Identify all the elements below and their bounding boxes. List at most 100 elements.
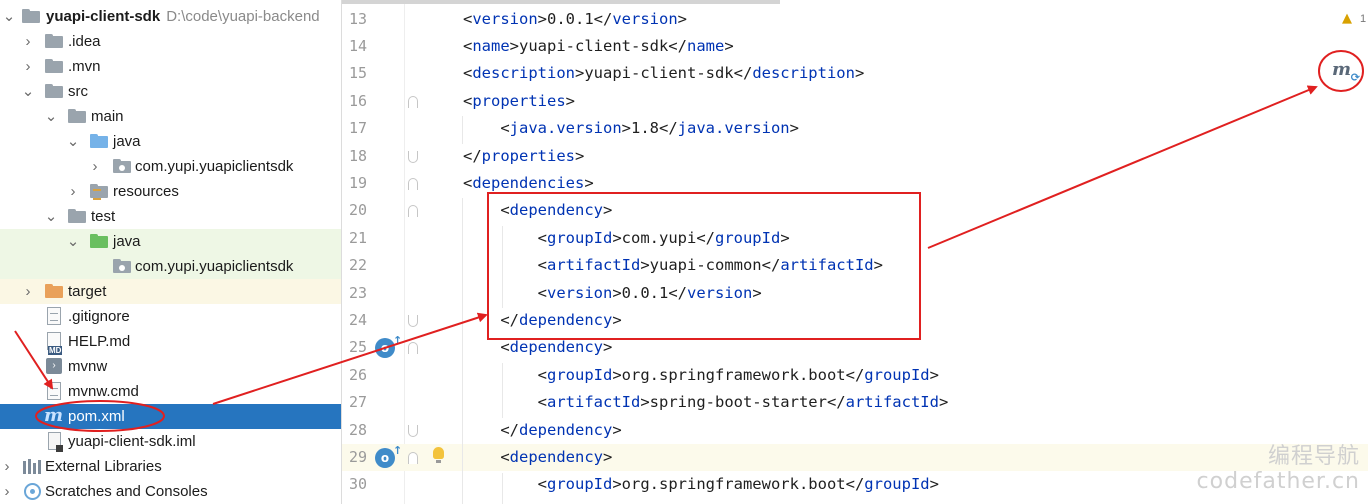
xml-tag-name: artifactId — [845, 393, 939, 412]
source-folder-icon — [90, 134, 108, 148]
xml-tag-name: dependency — [509, 338, 603, 357]
maven-dependency-gutter-icon[interactable]: o — [375, 441, 402, 468]
fold-marker-icon[interactable] — [408, 342, 418, 355]
code-token: </ — [463, 420, 519, 439]
tree-item-main-package[interactable]: › com.yupi.yuapiclientsdk — [0, 154, 341, 179]
fold-marker-icon[interactable] — [408, 177, 418, 190]
code-text: <dependency> — [463, 444, 612, 471]
tree-item-label: .mvn — [68, 58, 101, 75]
chevron-down-icon[interactable]: ⌄ — [66, 229, 80, 254]
code-line[interactable]: 26 <groupId>org.springframework.boot</gr… — [342, 362, 1368, 389]
code-line[interactable]: 21 <groupId>com.yupi</groupId> — [342, 225, 1368, 252]
tree-item-help-md[interactable]: MD HELP.md — [0, 329, 341, 355]
fold-marker-icon[interactable] — [408, 205, 418, 218]
line-number: 24 — [348, 310, 367, 329]
tree-item-external-libraries[interactable]: › External Libraries — [0, 454, 341, 479]
root-label: yuapi-client-sdk — [46, 8, 161, 25]
tree-item-main[interactable]: ⌄ main — [0, 104, 341, 129]
tree-item-mvnw[interactable]: › mvnw — [0, 354, 341, 379]
code-text: <artifactId>yuapi-common</artifactId> — [463, 252, 883, 279]
code-token: > — [603, 201, 613, 220]
code-text: <dependency> — [463, 334, 612, 361]
code-line[interactable]: 28 </dependency> — [342, 417, 1368, 444]
code-line[interactable]: 29 <dependency> — [342, 443, 1368, 472]
tree-item-scratches[interactable]: › Scratches and Consoles — [0, 479, 341, 504]
line-number: 16 — [348, 91, 367, 110]
chevron-down-icon[interactable]: ⌄ — [2, 4, 16, 29]
chevron-down-icon[interactable]: ⌄ — [66, 129, 80, 154]
code-line[interactable]: 23 <version>0.0.1</version> — [342, 280, 1368, 307]
maven-dependency-gutter-icon[interactable]: o — [375, 331, 402, 358]
warning-count[interactable]: 1 — [1360, 13, 1366, 25]
tree-item-main-java[interactable]: ⌄ java — [0, 129, 341, 154]
tree-item-target[interactable]: › target — [0, 279, 341, 304]
code-token: < — [463, 256, 547, 275]
code-line[interactable]: 14 <name>yuapi-client-sdk</name> — [342, 33, 1368, 60]
chevron-down-icon[interactable]: ⌄ — [44, 104, 58, 129]
tree-root[interactable]: ⌄ yuapi-client-sdk D:\code\yuapi-backend — [0, 4, 341, 29]
excluded-folder-icon — [45, 284, 63, 298]
xml-tag-name: dependency — [519, 310, 613, 329]
chevron-right-icon[interactable]: › — [66, 179, 80, 204]
code-line[interactable]: 15 <description>yuapi-client-sdk</descrip… — [342, 60, 1368, 87]
tree-item-test[interactable]: ⌄ test — [0, 204, 341, 229]
code-token: </ — [463, 310, 519, 329]
code-text: <groupId>org.springframework.boot</group… — [463, 362, 939, 389]
horizontal-scrollbar[interactable] — [342, 0, 780, 4]
xml-tag-name: dependency — [509, 447, 603, 466]
tree-item-test-java[interactable]: ⌄ java — [0, 229, 341, 254]
code-line[interactable]: 25 <dependency> — [342, 334, 1368, 361]
warning-icon[interactable]: ▲ — [1342, 11, 1352, 26]
fold-marker-icon[interactable] — [408, 314, 418, 327]
tree-item-resources[interactable]: › resources — [0, 179, 341, 204]
code-line[interactable]: 19 <dependencies> — [342, 170, 1368, 197]
chevron-right-icon[interactable]: › — [21, 54, 35, 79]
tree-item-label: External Libraries — [45, 458, 162, 475]
code-text: <properties> — [463, 88, 575, 115]
code-token: > — [612, 420, 622, 439]
code-token: > — [677, 9, 687, 28]
chevron-right-icon[interactable]: › — [0, 479, 14, 504]
chevron-right-icon[interactable]: › — [21, 279, 35, 304]
code-line[interactable]: 24 </dependency> — [342, 307, 1368, 334]
code-text: </properties> — [463, 143, 584, 170]
line-number: 28 — [348, 420, 367, 439]
lightbulb-icon[interactable] — [433, 447, 444, 463]
code-line[interactable]: 22 <artifactId>yuapi-common</artifactId> — [342, 252, 1368, 279]
tree-item-iml[interactable]: yuapi-client-sdk.iml — [0, 429, 341, 454]
tree-item-src[interactable]: ⌄ src — [0, 79, 341, 104]
chevron-right-icon[interactable]: › — [88, 154, 102, 179]
chevron-down-icon[interactable]: ⌄ — [21, 79, 35, 104]
tree-item-gitignore[interactable]: .gitignore — [0, 304, 341, 329]
tree-item-test-package[interactable]: com.yupi.yuapiclientsdk — [0, 254, 341, 279]
code-token: < — [463, 228, 547, 247]
code-line[interactable]: 18 </properties> — [342, 143, 1368, 170]
xml-tag-name: groupId — [547, 228, 613, 247]
chevron-right-icon[interactable]: › — [21, 29, 35, 54]
chevron-right-icon[interactable]: › — [0, 454, 14, 479]
package-icon — [113, 259, 131, 273]
code-token: </ — [463, 146, 482, 165]
fold-marker-icon[interactable] — [408, 424, 418, 437]
tree-item-mvn[interactable]: › .mvn — [0, 54, 341, 79]
project-tree: ⌄ yuapi-client-sdk D:\code\yuapi-backend … — [0, 0, 341, 504]
code-line[interactable]: 20 <dependency> — [342, 197, 1368, 224]
code-token: >com.yupi</ — [612, 228, 715, 247]
maven-reload-button[interactable]: m ⟳ — [1332, 59, 1360, 84]
fold-marker-icon[interactable] — [408, 451, 418, 464]
tree-item-pom-xml[interactable]: m pom.xml — [0, 404, 341, 429]
code-token: < — [463, 365, 547, 384]
tree-item-idea[interactable]: › .idea — [0, 29, 341, 54]
chevron-down-icon[interactable]: ⌄ — [44, 204, 58, 229]
code-token: < — [463, 173, 473, 192]
fold-marker-icon[interactable] — [408, 95, 418, 108]
tree-item-label: target — [68, 283, 107, 300]
xml-tag-name: description — [752, 64, 855, 83]
tree-item-mvnw-cmd[interactable]: mvnw.cmd — [0, 379, 341, 404]
xml-tag-name: properties — [481, 146, 575, 165]
code-line[interactable]: 17 <java.version>1.8</java.version> — [342, 115, 1368, 142]
code-line[interactable]: 16 <properties> — [342, 88, 1368, 115]
code-line[interactable]: 13 <version>0.0.1</version> — [342, 6, 1368, 33]
fold-marker-icon[interactable] — [408, 150, 418, 163]
code-line[interactable]: 27 <artifactId>spring-boot-starter</arti… — [342, 389, 1368, 416]
